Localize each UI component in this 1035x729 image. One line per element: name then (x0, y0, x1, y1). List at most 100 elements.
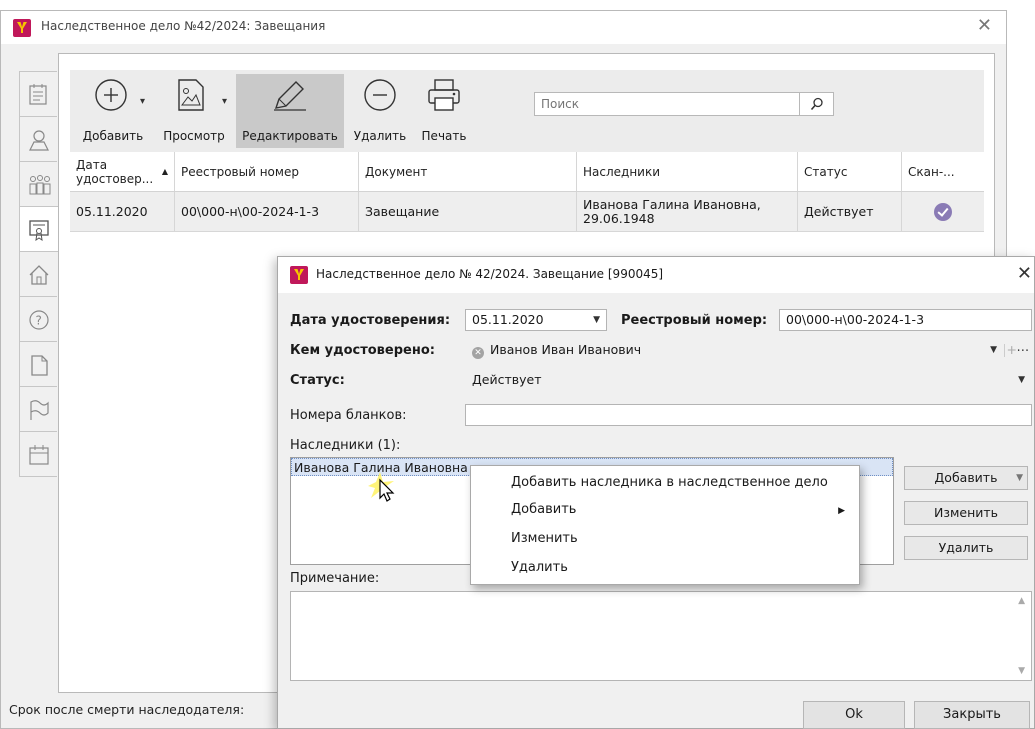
check-circle-icon (934, 202, 952, 221)
side-tab-file[interactable] (19, 341, 57, 387)
dropdown-arrow-icon[interactable]: ▼ (593, 310, 600, 330)
status-bar-label: Срок после смерти наследодателя: (9, 702, 245, 717)
delete-heir-button[interactable]: Удалить (904, 536, 1028, 560)
calendar-icon (29, 445, 49, 465)
view-button[interactable]: ▾ Просмотр (156, 74, 232, 148)
column-header-document[interactable]: Документ (359, 152, 577, 191)
edit-button[interactable]: Редактировать (236, 74, 344, 148)
cell-reg-number: 00\000-н\00-2024-1-3 (175, 192, 359, 231)
cell-heirs: Иванова Галина Ивановна, 29.06.1948 (577, 192, 798, 231)
table-row[interactable]: 05.11.2020 00\000-н\00-2024-1-3 Завещани… (70, 192, 984, 232)
window-title: Наследственное дело №42/2024: Завещания (41, 19, 326, 33)
dropdown-arrow-icon[interactable]: ▼ (1018, 370, 1025, 390)
cell-date: 05.11.2020 (70, 192, 175, 231)
reg-number-field[interactable]: 00\000-н\00-2024-1-3 (779, 309, 1032, 331)
side-tab-flag[interactable] (19, 386, 57, 432)
column-header-heirs[interactable]: Наследники (577, 152, 798, 191)
column-header-scan[interactable]: Скан-... (902, 152, 984, 191)
forms-field[interactable] (465, 404, 1032, 426)
add-icon[interactable]: + (1007, 340, 1017, 360)
column-header-status[interactable]: Статус (798, 152, 902, 191)
chevron-down-icon[interactable]: ▾ (140, 96, 145, 107)
status-field[interactable]: Действует ▼ (465, 369, 1032, 391)
people-group-icon (29, 175, 51, 195)
dropdown-arrow-icon[interactable]: ▼ (990, 340, 997, 360)
column-header-date[interactable]: Дата удостовер... ▲ (70, 152, 175, 191)
forms-label: Номера бланков: (290, 408, 407, 423)
main-titlebar: Наследственное дело №42/2024: Завещания … (1, 11, 1006, 44)
print-button[interactable]: Печать (416, 74, 472, 148)
delete-button[interactable]: Удалить (348, 74, 412, 148)
file-icon (31, 355, 48, 376)
cell-document: Завещание (359, 192, 577, 231)
date-label: Дата удостоверения: (290, 313, 451, 328)
app-logo-icon (13, 19, 31, 37)
search-icon (810, 97, 823, 111)
menu-item-add-heir-to-case[interactable]: Добавить наследника в наследственное дел… (511, 475, 828, 490)
scroll-down-icon[interactable]: ▼ (1018, 666, 1025, 676)
edit-button-label: Редактировать (242, 129, 338, 143)
certified-by-field[interactable]: ✕ Иванов Иван Иванович ▼ + ⋯ (465, 339, 1032, 361)
edit-heir-button[interactable]: Изменить (904, 501, 1028, 525)
menu-item-edit[interactable]: Изменить (511, 531, 578, 546)
status-label: Статус: (290, 373, 345, 388)
menu-item-add[interactable]: Добавить (511, 502, 576, 517)
scroll-up-icon[interactable]: ▲ (1018, 596, 1025, 606)
add-button[interactable]: ▾ Добавить (76, 74, 150, 148)
ok-button[interactable]: Ok (803, 701, 905, 729)
certified-by-label: Кем удостоверено: (290, 343, 435, 358)
menu-item-delete[interactable]: Удалить (511, 560, 568, 575)
date-field[interactable]: 05.11.2020 ▼ (465, 309, 607, 331)
cell-status: Действует (798, 192, 902, 231)
close-icon[interactable]: ✕ (1017, 263, 1032, 284)
side-tab-person[interactable] (19, 116, 57, 162)
image-file-icon (178, 79, 204, 111)
search-box (534, 92, 834, 116)
side-tab-calendar[interactable] (19, 431, 57, 477)
close-button[interactable]: Закрыть (914, 701, 1030, 729)
search-button[interactable] (799, 93, 833, 115)
app-logo-icon (290, 266, 308, 284)
minus-circle-icon (364, 79, 396, 111)
close-icon[interactable]: ✕ (977, 15, 992, 36)
flag-icon (30, 400, 49, 420)
side-tab-certificate[interactable] (19, 206, 59, 252)
view-button-label: Просмотр (163, 129, 225, 143)
add-button-label: Добавить (82, 129, 144, 143)
grid-header: Дата удостовер... ▲ Реестровый номер Доку… (70, 152, 984, 192)
search-input[interactable] (535, 93, 795, 115)
chevron-down-icon[interactable]: ▾ (222, 96, 227, 107)
print-button-label: Печать (421, 129, 467, 143)
note-textarea[interactable]: ▲ ▼ (290, 591, 1032, 681)
question-icon: ? (29, 310, 49, 330)
toolbar: ▾ Добавить ▾ Просмотр Редактировать Удал… (70, 70, 984, 152)
column-header-reg-number[interactable]: Реестровый номер (175, 152, 359, 191)
dialog-titlebar: Наследственное дело № 42/2024. Завещание… (278, 257, 1034, 293)
dialog-title: Наследственное дело № 42/2024. Завещание… (316, 267, 664, 281)
chevron-down-icon[interactable]: ▼ (1016, 467, 1023, 489)
more-icon[interactable]: ⋯ (1017, 340, 1030, 360)
side-tab-people[interactable] (19, 161, 57, 207)
side-tab-help[interactable]: ? (19, 296, 57, 342)
side-tab-bar: ? (19, 71, 59, 477)
side-tab-documents[interactable] (19, 71, 57, 117)
person-icon (29, 130, 49, 151)
context-menu: Добавить наследника в наследственное дел… (470, 465, 860, 585)
side-tab-house[interactable] (19, 251, 57, 297)
house-icon (29, 265, 49, 285)
delete-button-label: Удалить (353, 129, 407, 143)
divider (1004, 344, 1005, 357)
sort-asc-icon: ▲ (161, 166, 168, 176)
document-list-icon (29, 84, 47, 105)
svg-text:?: ? (36, 314, 42, 328)
certificate-icon (29, 220, 49, 241)
records-grid: Дата удостовер... ▲ Реестровый номер Доку… (70, 152, 984, 232)
note-label: Примечание: (290, 571, 380, 586)
clear-icon[interactable]: ✕ (472, 347, 484, 359)
mouse-cursor-icon (368, 472, 395, 502)
printer-icon (428, 79, 460, 111)
cell-scan (902, 192, 984, 231)
add-heir-button[interactable]: Добавить ▼ (904, 466, 1028, 490)
reg-number-label: Реестровый номер: (621, 313, 768, 328)
submenu-arrow-icon: ▶ (838, 506, 845, 516)
